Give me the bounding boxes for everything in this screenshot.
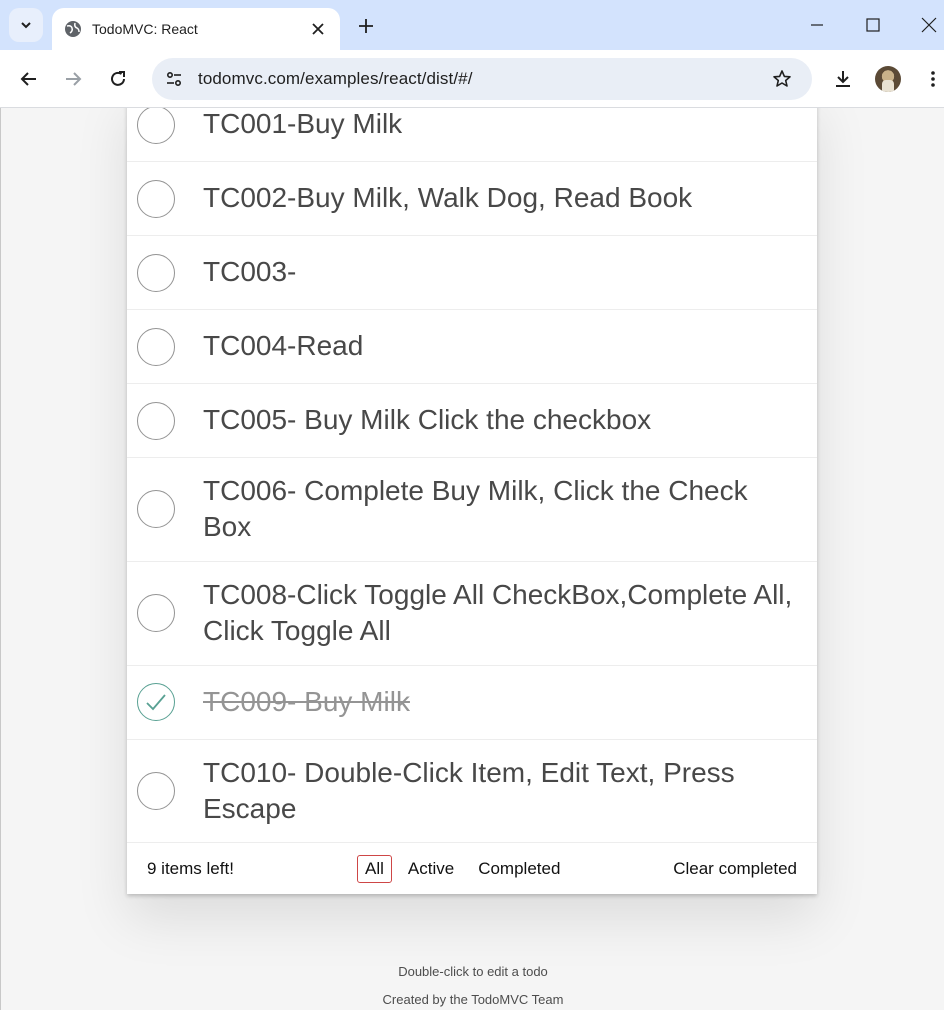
address-bar[interactable]: todomvc.com/examples/react/dist/#/	[152, 58, 812, 100]
edit-hint: Double-click to edit a todo	[398, 964, 548, 979]
filter-all[interactable]: All	[357, 854, 392, 883]
items-left-count: 9 items left!	[147, 858, 234, 878]
todo-item[interactable]: TC001-Buy Milk	[127, 108, 817, 162]
todo-toggle-checkbox[interactable]	[137, 594, 175, 633]
todo-item[interactable]: TC004-Read	[127, 310, 817, 384]
reload-icon[interactable]	[103, 64, 133, 94]
todo-item[interactable]: TC008-Click Toggle All CheckBox,Complete…	[127, 562, 817, 666]
todo-toggle-checkbox[interactable]	[137, 771, 175, 810]
todo-item[interactable]: TC005- Buy Milk Click the checkbox	[127, 384, 817, 458]
active-tab[interactable]: TodoMVC: React	[52, 8, 340, 50]
todo-label[interactable]: TC005- Buy Milk Click the checkbox	[127, 387, 666, 453]
todo-toggle-checkbox[interactable]	[137, 683, 175, 722]
todo-toggle-checkbox[interactable]	[137, 401, 175, 440]
close-window-icon[interactable]	[914, 10, 944, 40]
filter-active[interactable]: Active	[400, 855, 462, 883]
todo-item[interactable]: TC006- Complete Buy Milk, Click the Chec…	[127, 458, 817, 562]
clear-completed-button[interactable]: Clear completed	[673, 859, 797, 879]
todo-item[interactable]: TC009- Buy Milk	[127, 666, 817, 740]
todo-footer: 9 items left! All Active Completed Clear…	[127, 843, 817, 894]
menu-kebab-icon[interactable]	[918, 64, 944, 94]
close-tab-icon[interactable]	[308, 19, 328, 39]
tab-search-button[interactable]	[9, 8, 43, 42]
profile-avatar[interactable]	[875, 66, 901, 92]
page-viewport: TC001-Buy Milk TC002-Buy Milk, Walk Dog, …	[0, 108, 944, 1010]
todo-item[interactable]: TC003-	[127, 236, 817, 310]
bookmark-star-icon[interactable]	[770, 67, 794, 91]
chevron-down-icon	[21, 22, 31, 29]
minimize-icon[interactable]	[802, 10, 832, 40]
filter-completed[interactable]: Completed	[470, 855, 568, 883]
download-icon[interactable]	[828, 64, 858, 94]
todo-label[interactable]: TC008-Click Toggle All CheckBox,Complete…	[127, 562, 817, 665]
filters: All Active Completed	[353, 854, 572, 883]
back-icon[interactable]	[14, 64, 44, 94]
maximize-icon[interactable]	[858, 10, 888, 40]
todo-label[interactable]: TC006- Complete Buy Milk, Click the Chec…	[127, 458, 817, 561]
browser-toolbar: todomvc.com/examples/react/dist/#/	[0, 50, 944, 108]
todo-item[interactable]: TC002-Buy Milk, Walk Dog, Read Book	[127, 162, 817, 236]
todo-app: TC001-Buy Milk TC002-Buy Milk, Walk Dog, …	[127, 108, 817, 895]
todo-toggle-checkbox[interactable]	[137, 179, 175, 218]
globe-icon	[64, 20, 82, 38]
todo-label[interactable]: TC010- Double-Click Item, Edit Text, Pre…	[127, 740, 817, 843]
tab-title: TodoMVC: React	[92, 21, 198, 37]
todo-toggle-checkbox[interactable]	[137, 327, 175, 366]
url-text: todomvc.com/examples/react/dist/#/	[198, 69, 473, 88]
site-info-icon[interactable]	[162, 67, 186, 91]
todo-item[interactable]: TC010- Double-Click Item, Edit Text, Pre…	[127, 740, 817, 844]
todo-list: TC001-Buy Milk TC002-Buy Milk, Walk Dog, …	[127, 108, 817, 844]
forward-icon[interactable]	[58, 64, 88, 94]
todo-toggle-checkbox[interactable]	[137, 108, 175, 144]
todo-toggle-checkbox[interactable]	[137, 253, 175, 292]
checkmark-icon	[146, 694, 166, 711]
credit-text: Created by the TodoMVC Team	[382, 992, 564, 1007]
new-tab-icon[interactable]	[354, 14, 378, 38]
tab-strip: TodoMVC: React	[0, 0, 944, 50]
todo-label[interactable]: TC002-Buy Milk, Walk Dog, Read Book	[127, 165, 707, 231]
